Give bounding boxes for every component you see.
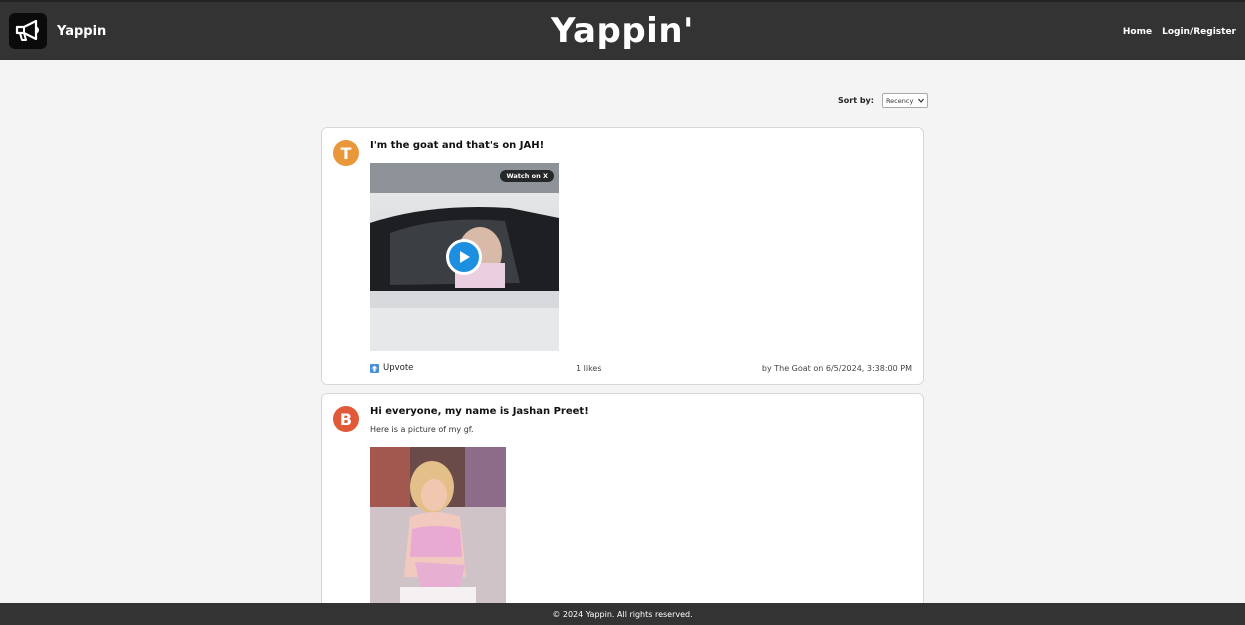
embedded-video[interactable]: Watch on X: [370, 163, 559, 351]
upvote-arrow-icon: [370, 363, 379, 373]
nav-links: Home Login/Register: [1123, 27, 1236, 37]
upvote-button[interactable]: Upvote: [370, 363, 413, 373]
likes-count: 1 likes: [576, 364, 602, 373]
post-card: B Hi everyone, my name is Jashan Preet! …: [321, 393, 924, 618]
page-title: Yappin': [551, 11, 694, 51]
avatar: B: [333, 406, 359, 432]
post-image[interactable]: [370, 447, 506, 604]
post-title: Hi everyone, my name is Jashan Preet!: [370, 406, 589, 417]
footer-copyright: © 2024 Yappin. All rights reserved.: [552, 609, 693, 619]
chevron-down-icon: [917, 98, 924, 103]
sort-control: Sort by: Recency: [838, 93, 928, 108]
avatar: T: [333, 140, 359, 166]
nav-login-register-link[interactable]: Login/Register: [1162, 27, 1236, 37]
top-navbar: Yappin Yappin' Home Login/Register: [0, 0, 1245, 60]
page-footer: © 2024 Yappin. All rights reserved.: [0, 603, 1245, 625]
post-card: T I'm the goat and that's on JAH! Watch …: [321, 127, 924, 385]
play-button[interactable]: [446, 239, 482, 275]
post-byline: by The Goat on 6/5/2024, 3:38:00 PM: [761, 364, 912, 373]
nav-home-link[interactable]: Home: [1123, 27, 1152, 37]
watch-on-x-label: Watch on X: [506, 172, 548, 180]
post-title: I'm the goat and that's on JAH!: [370, 140, 545, 151]
sort-select[interactable]: Recency: [881, 93, 928, 108]
sort-label: Sort by:: [838, 96, 874, 105]
play-icon: [460, 251, 470, 263]
sort-selected-value: Recency: [885, 96, 914, 105]
post-footer: Upvote 1 likes by The Goat on 6/5/2024, …: [370, 363, 912, 375]
watch-on-x-badge[interactable]: Watch on X: [500, 170, 554, 182]
post-body: Here is a picture of my gf.: [370, 425, 474, 434]
upvote-label: Upvote: [383, 363, 414, 373]
